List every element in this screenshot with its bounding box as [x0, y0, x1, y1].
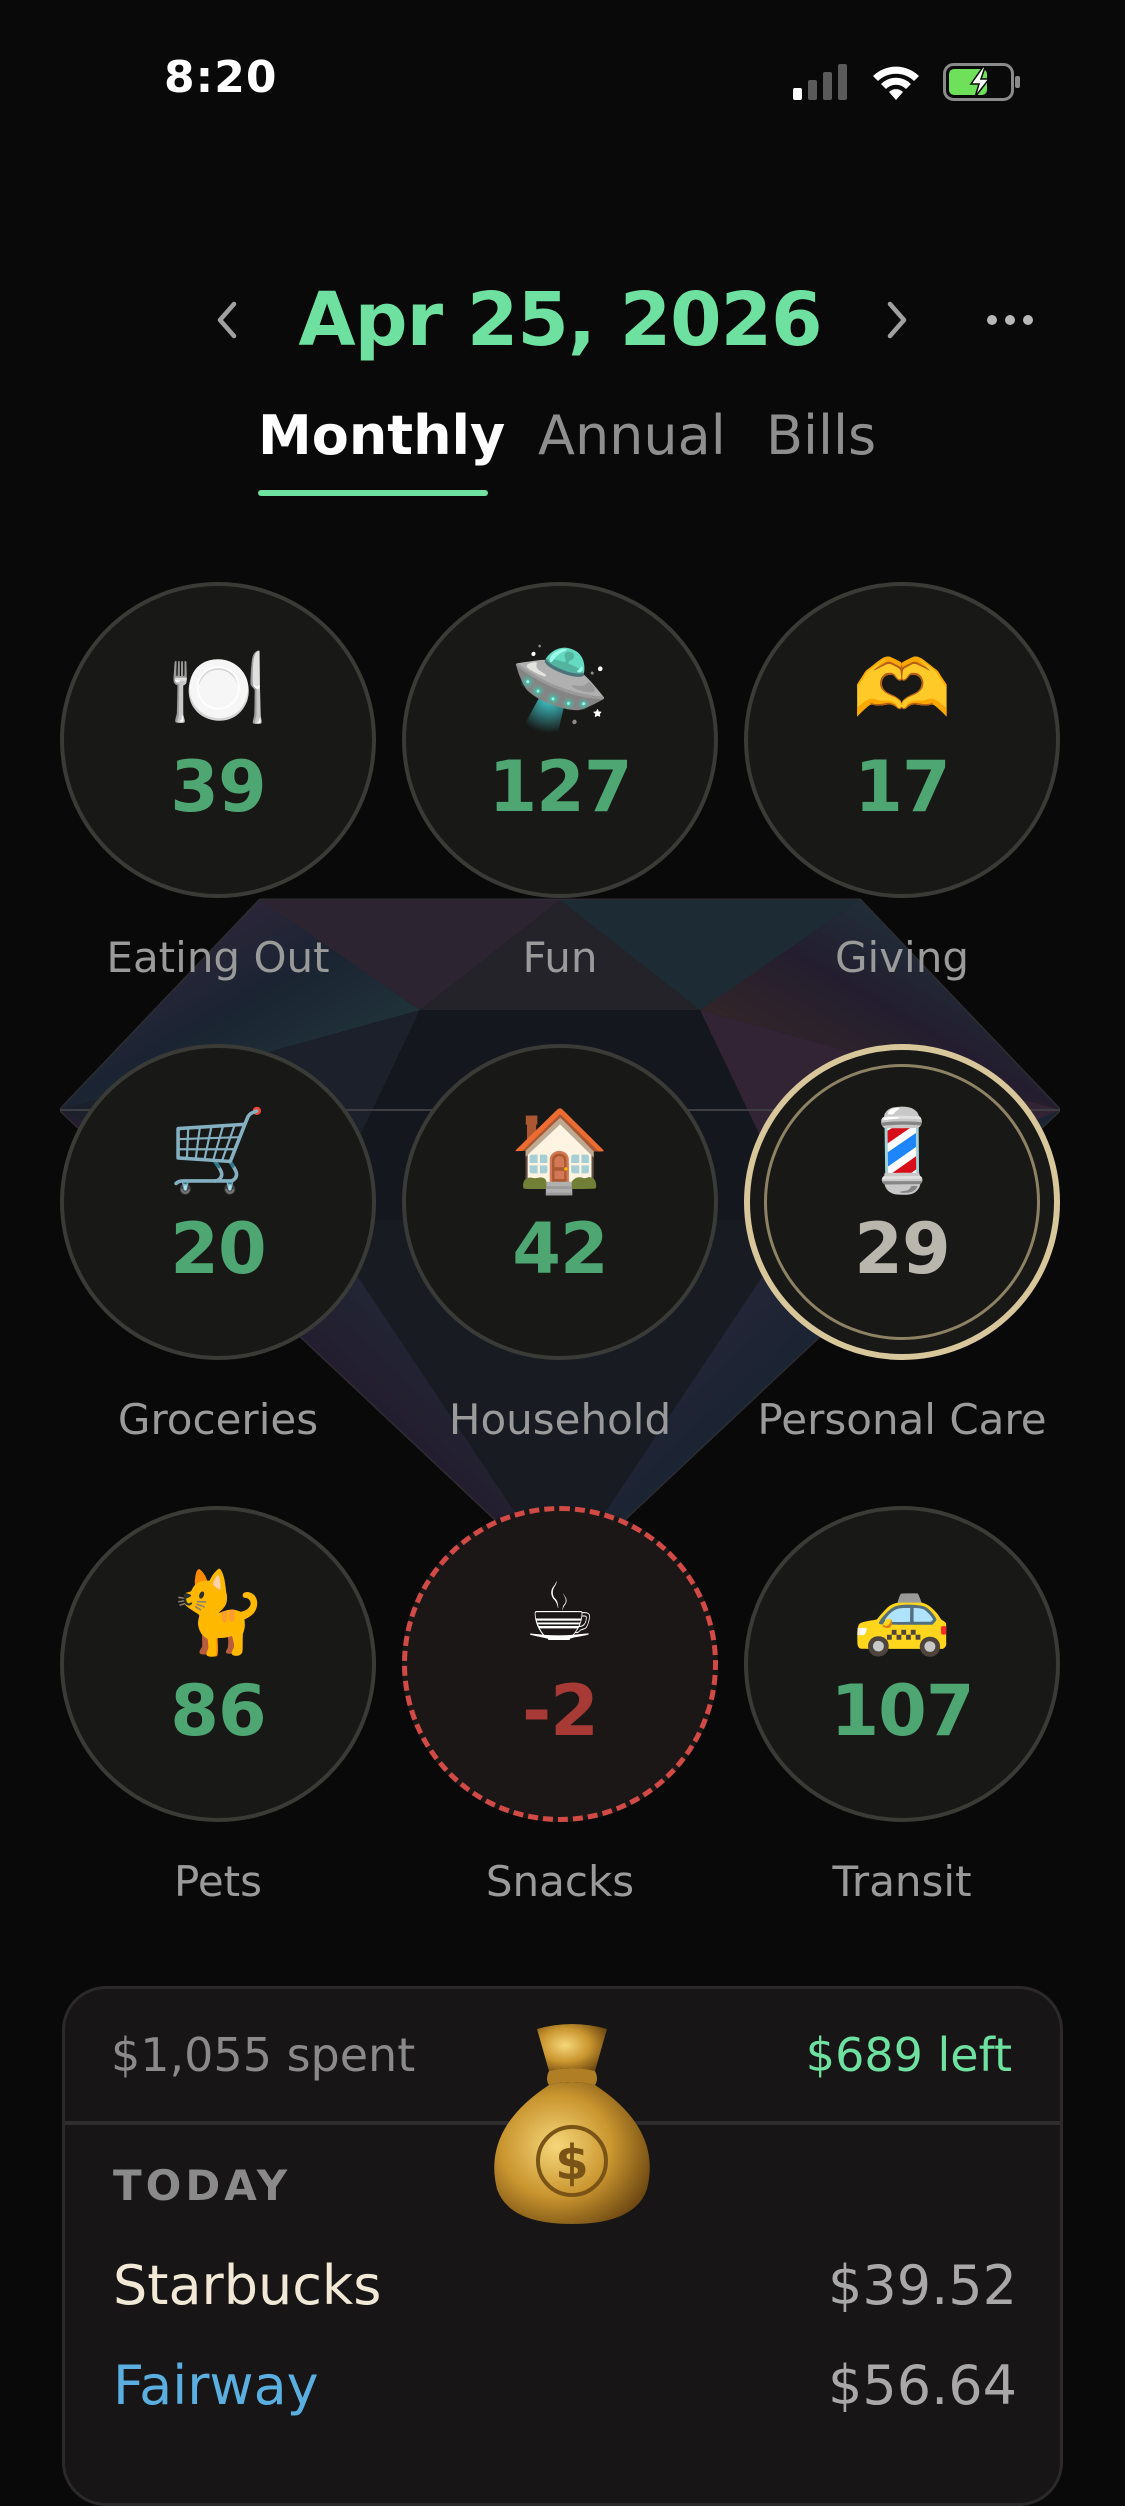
category-label: Pets — [173, 1857, 263, 1906]
category-ring-selected — [744, 1044, 1060, 1360]
tab-monthly[interactable]: Monthly — [258, 398, 505, 474]
category-value: 107 — [830, 1670, 974, 1752]
category-label: Groceries — [117, 1395, 319, 1444]
category-ring — [60, 1506, 376, 1822]
status-icons — [793, 60, 1021, 104]
category-value: 42 — [512, 1208, 608, 1290]
category-label: Giving — [834, 933, 970, 982]
category-ring — [60, 1044, 376, 1360]
category-ring — [60, 582, 376, 898]
transaction-name: Starbucks — [113, 2254, 382, 2317]
active-tab-indicator — [258, 490, 488, 496]
category-ring — [744, 582, 1060, 898]
category-value: 29 — [854, 1208, 950, 1290]
previous-date-button[interactable] — [196, 290, 256, 350]
barber-pole-icon: 💈 — [852, 1104, 952, 1197]
transaction-amount: $39.52 — [828, 2254, 1017, 2317]
category-value: 127 — [488, 746, 632, 828]
remaining-total: $689 left — [805, 2028, 1012, 2082]
category-ring — [744, 1506, 1060, 1822]
category-ring-over-budget — [402, 1506, 718, 1822]
transaction-row[interactable]: Starbucks $39.52 — [113, 2251, 1017, 2321]
money-bag-icon: $ — [494, 2024, 650, 2224]
category-value: -2 — [522, 1670, 599, 1752]
category-label: Transit — [832, 1857, 972, 1906]
transaction-row[interactable]: Fairway $56.64 — [113, 2351, 1017, 2421]
flying-saucer-icon: 🛸 — [510, 642, 610, 735]
category-label: Personal Care — [757, 1395, 1047, 1444]
category-ring — [402, 582, 718, 898]
ellipsis-icon-dot — [1023, 315, 1033, 325]
shopping-cart-icon: 🛒 — [168, 1104, 268, 1197]
transaction-name: Fairway — [113, 2354, 319, 2417]
ellipsis-icon-dot — [1005, 315, 1015, 325]
wifi-icon — [873, 66, 919, 100]
section-heading-today: TODAY — [113, 2161, 292, 2210]
category-value: 20 — [170, 1208, 266, 1290]
more-options-button[interactable] — [978, 300, 1042, 340]
cellular-signal-icon — [793, 64, 847, 100]
house-icon: 🏠 — [510, 1104, 610, 1197]
status-bar: 8:20 — [0, 0, 1125, 150]
category-label: Snacks — [485, 1857, 635, 1906]
category-label: Fun — [522, 933, 598, 982]
cat-icon: 🐈 — [168, 1566, 268, 1659]
category-value: 39 — [170, 746, 266, 828]
svg-text:$: $ — [555, 2135, 588, 2191]
tab-bills[interactable]: Bills — [766, 398, 876, 474]
chevron-right-icon — [887, 301, 907, 339]
category-label: Household — [448, 1395, 672, 1444]
date-header: Apr 25, 2026 — [0, 270, 1125, 370]
spent-total: $1,055 spent — [111, 2028, 416, 2082]
transaction-amount: $56.64 — [828, 2354, 1017, 2417]
next-date-button[interactable] — [868, 290, 928, 350]
tab-annual[interactable]: Annual — [538, 398, 726, 474]
period-tabs: Monthly Annual Bills — [0, 398, 1125, 498]
category-value: 17 — [854, 746, 950, 828]
battery-charging-icon — [943, 63, 1020, 101]
heart-hands-icon: 🫶 — [852, 642, 952, 735]
ellipsis-icon — [987, 315, 997, 325]
spending-summary-card[interactable]: $1,055 spent $689 left $ TODAY Starbucks… — [62, 1986, 1063, 2506]
status-time: 8:20 — [164, 52, 278, 103]
plate-cutlery-icon: 🍽️ — [168, 642, 268, 735]
category-value: 86 — [170, 1670, 266, 1752]
taxi-icon: 🚕 — [852, 1566, 952, 1659]
coffee-cup-icon: ☕ — [524, 1566, 596, 1659]
category-ring — [402, 1044, 718, 1360]
chevron-left-icon — [217, 301, 237, 339]
page-title-date[interactable]: Apr 25, 2026 — [260, 270, 860, 370]
category-label: Eating Out — [106, 933, 330, 982]
